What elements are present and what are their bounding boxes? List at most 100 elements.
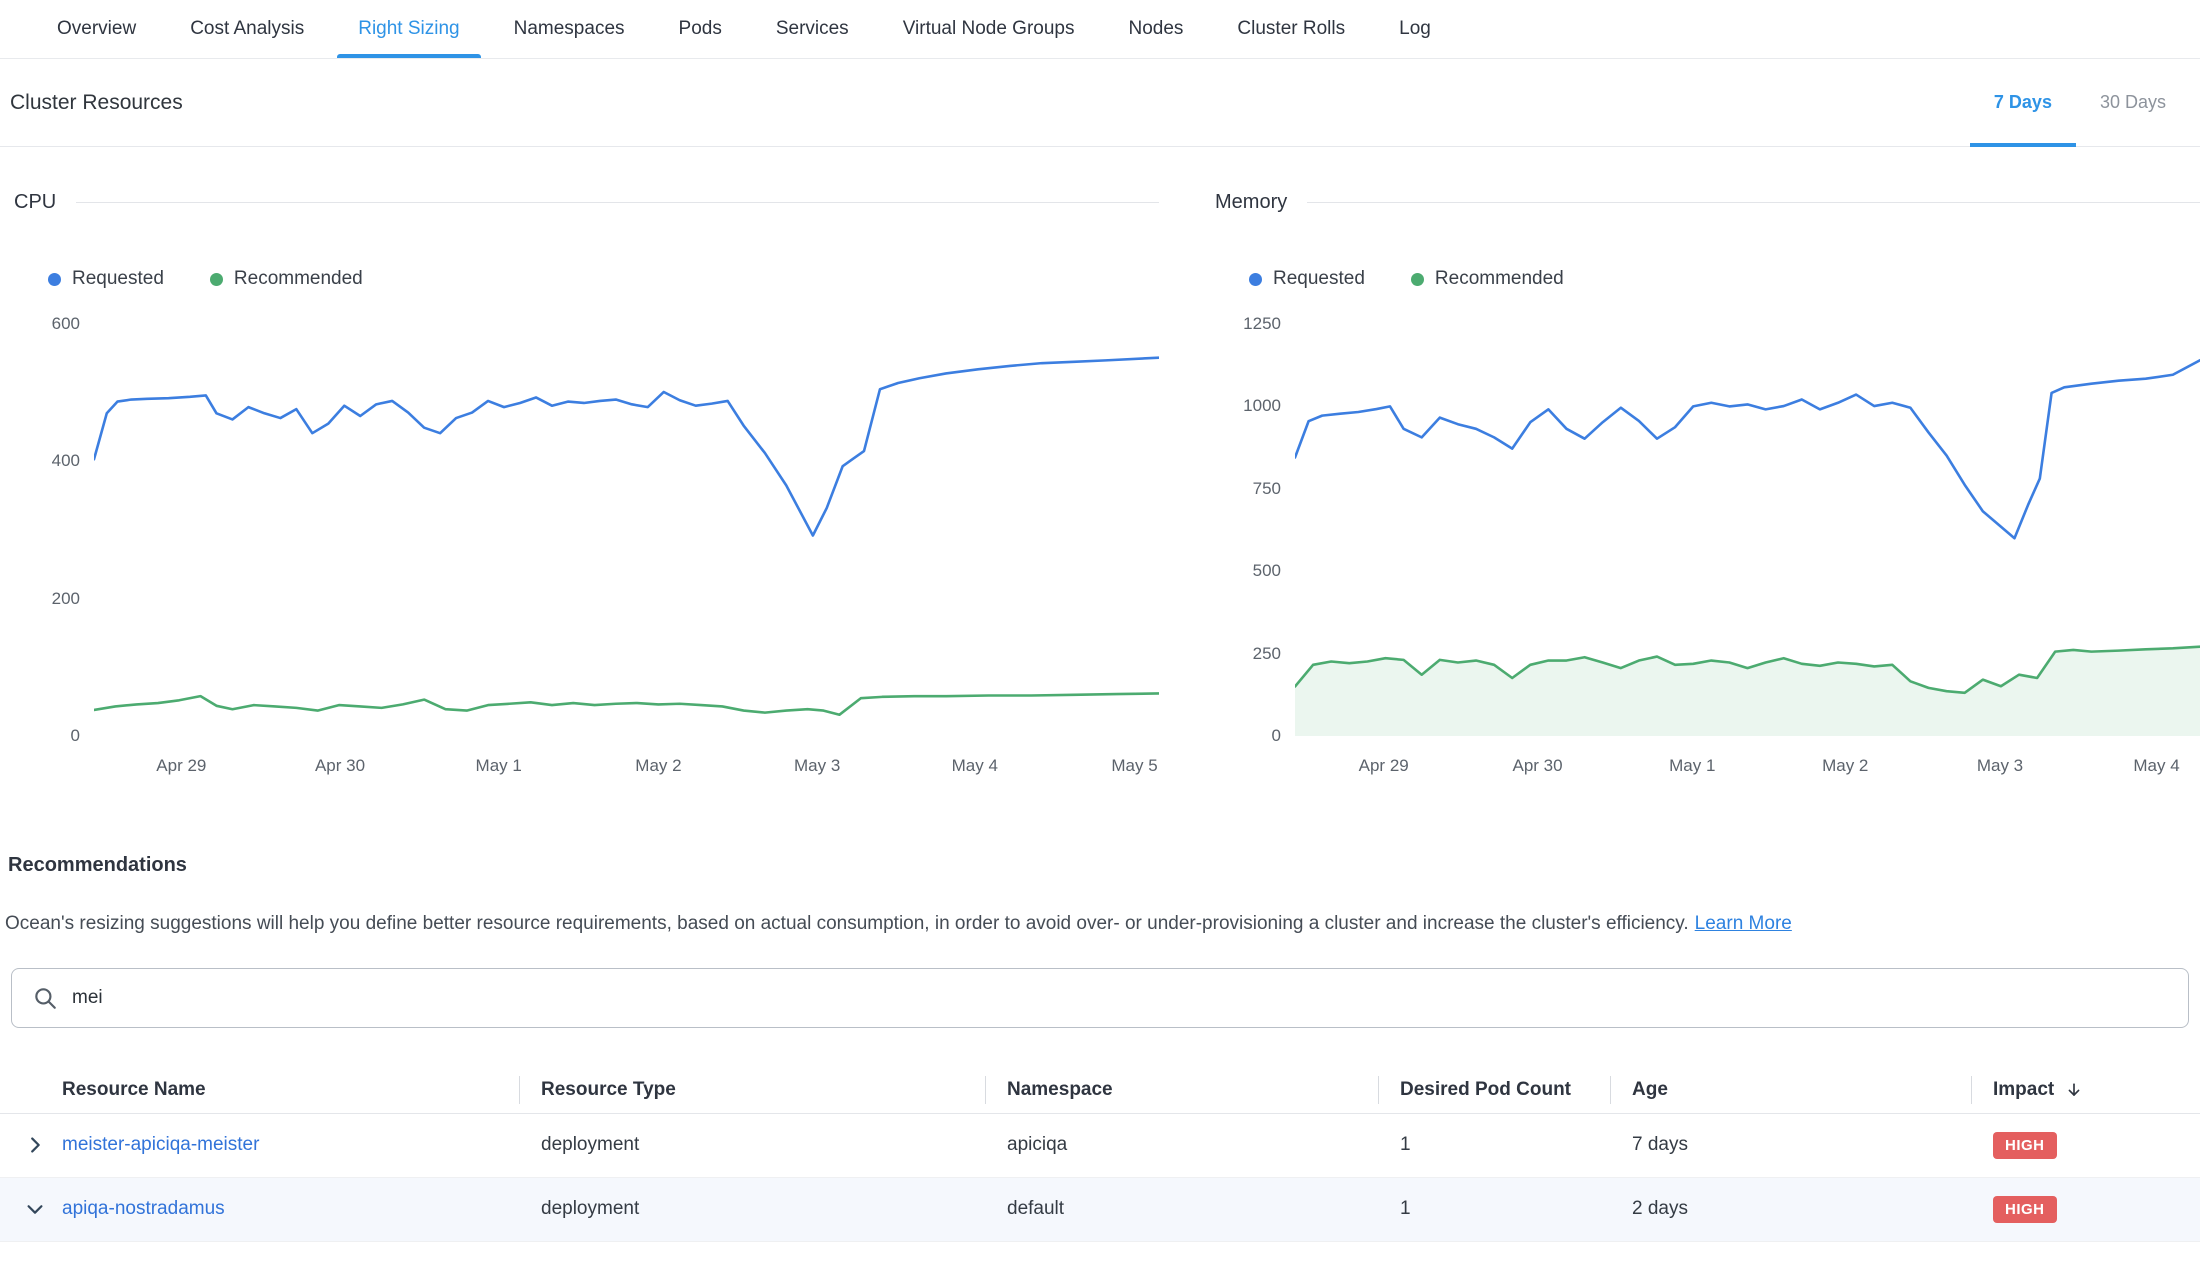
column-label: Resource Type [541,1079,676,1101]
legend-item-requested: Requested [48,268,164,290]
column-header-desired-pod-count[interactable]: Desired Pod Count [1378,1068,1610,1113]
x-axis-tick-label: Apr 30 [315,756,365,776]
y-axis-tick-label: 1000 [1243,396,1281,416]
legend-label: Requested [1273,268,1365,290]
cpu-chart-legend: Requested Recommended [48,268,1159,290]
column-label: Age [1632,1079,1668,1101]
y-axis-tick-label: 0 [71,726,80,746]
legend-item-recommended: Recommended [1411,268,1564,290]
tab-pods[interactable]: Pods [652,0,749,58]
memory-chart-title: Memory [1215,191,1287,214]
y-axis-tick-label: 250 [1253,644,1281,664]
y-axis-tick-label: 400 [52,451,80,471]
search-icon [32,985,58,1011]
charts-row: CPU Requested Recommended 0200400600 Apr… [0,191,2200,776]
tab-log[interactable]: Log [1372,0,1458,58]
x-axis-tick-label: May 2 [1822,756,1868,776]
tab-overview[interactable]: Overview [30,0,163,58]
sort-descending-icon[interactable] [2064,1080,2084,1100]
x-axis-tick-label: May 4 [2133,756,2179,776]
top-tab-bar: Overview Cost Analysis Right Sizing Name… [0,0,2200,59]
column-header-age[interactable]: Age [1610,1068,1971,1113]
tab-namespaces[interactable]: Namespaces [487,0,652,58]
cpu-chart: CPU Requested Recommended 0200400600 Apr… [14,191,1159,776]
column-label: Desired Pod Count [1400,1079,1571,1101]
table-header-row: Resource Name Resource Type Namespace De… [0,1068,2200,1114]
legend-item-recommended: Recommended [210,268,363,290]
requested-dot-icon [1249,273,1262,286]
tab-cluster-rolls[interactable]: Cluster Rolls [1210,0,1372,58]
column-header-namespace[interactable]: Namespace [985,1068,1378,1113]
x-axis-tick-label: May 3 [794,756,840,776]
x-axis-tick-label: Apr 30 [1512,756,1562,776]
x-axis-tick-label: May 4 [952,756,998,776]
y-axis-tick-label: 750 [1253,479,1281,499]
x-axis-tick-label: May 1 [1669,756,1715,776]
cell-age: 2 days [1610,1198,1971,1220]
x-axis-tick-label: May 5 [1111,756,1157,776]
y-axis-tick-label: 1250 [1243,314,1281,334]
cell-namespace: apiciqa [985,1134,1378,1156]
impact-badge: HIGH [1993,1196,2057,1223]
divider [76,202,1159,203]
column-header-impact[interactable]: Impact [1971,1068,2200,1113]
cluster-resources-title: Cluster Resources [10,91,183,115]
legend-item-requested: Requested [1249,268,1365,290]
resource-name-link[interactable]: apiqa-nostradamus [62,1198,225,1219]
cell-age: 7 days [1610,1134,1971,1156]
column-label: Impact [1993,1079,2054,1101]
cell-resource-type: deployment [519,1198,985,1220]
column-header-resource-type[interactable]: Resource Type [519,1068,985,1113]
cpu-chart-area: 0 200 400 600 Apr 29 Apr 30 May 1 May 2 May 3 Ma… [14,314,1159,776]
y-axis-tick-label: 500 [1253,561,1281,581]
search-box [11,968,2189,1028]
expand-chevron-right-icon[interactable] [24,1134,46,1156]
x-axis-tick-label: May 2 [635,756,681,776]
cell-desired-pod-count: 1 [1378,1198,1610,1220]
learn-more-link[interactable]: Learn More [1695,913,1792,934]
x-axis-tick-label: May 1 [476,756,522,776]
resource-name-link[interactable]: meister-apiciqa-meister [62,1134,259,1155]
time-range-toggle: 7 Days 30 Days [1970,59,2200,146]
recommendations-description: Ocean's resizing suggestions will help y… [5,911,2200,938]
tab-right-sizing[interactable]: Right Sizing [331,0,486,58]
cpu-y-axis-labels: 0200400600 [14,324,80,736]
description-text: Ocean's resizing suggestions will help y… [5,913,1689,934]
tab-cost-analysis[interactable]: Cost Analysis [163,0,331,58]
tab-nodes[interactable]: Nodes [1102,0,1211,58]
cpu-plot-area [94,324,1159,736]
recommended-dot-icon [1411,273,1424,286]
y-axis-tick-label: 200 [52,589,80,609]
y-axis-tick-label: 600 [52,314,80,334]
memory-x-axis-labels: Apr 29Apr 30May 1May 2May 3May 4 [1295,750,2200,776]
memory-chart: Memory Requested Recommended 0 250 500 750 1… [1215,191,2200,776]
cell-desired-pod-count: 1 [1378,1134,1610,1156]
legend-label: Recommended [234,268,363,290]
x-axis-tick-label: Apr 29 [156,756,206,776]
requested-dot-icon [48,273,61,286]
memory-chart-legend: Requested Recommended [1249,268,2200,290]
divider [1307,202,2200,203]
y-axis-tick-label: 0 [1272,726,1281,746]
legend-label: Recommended [1435,268,1564,290]
table-row[interactable]: meister-apiciqa-meister deployment apici… [0,1114,2200,1178]
tab-virtual-node-groups[interactable]: Virtual Node Groups [876,0,1102,58]
range-30-days-button[interactable]: 30 Days [2076,59,2190,146]
memory-y-axis-labels: 025050075010001250 [1215,324,1281,736]
cell-resource-type: deployment [519,1134,985,1156]
impact-badge: HIGH [1993,1132,2057,1159]
column-header-resource-name[interactable]: Resource Name [0,1068,519,1113]
table-row[interactable]: apiqa-nostradamus deployment default 1 2… [0,1178,2200,1242]
cell-namespace: default [985,1198,1378,1220]
column-label: Resource Name [62,1079,206,1101]
tab-services[interactable]: Services [749,0,876,58]
legend-label: Requested [72,268,164,290]
x-axis-tick-label: Apr 29 [1359,756,1409,776]
range-7-days-button[interactable]: 7 Days [1970,59,2076,146]
collapse-chevron-down-icon[interactable] [24,1198,46,1220]
recommendations-table: Resource Name Resource Type Namespace De… [0,1068,2200,1242]
memory-plot-area [1295,324,2200,736]
cpu-x-axis-labels: Apr 29 Apr 30 May 1 May 2 May 3 May 4 May 5 [94,750,1159,776]
search-input[interactable] [72,987,2168,1009]
recommendations-title: Recommendations [8,854,2200,877]
